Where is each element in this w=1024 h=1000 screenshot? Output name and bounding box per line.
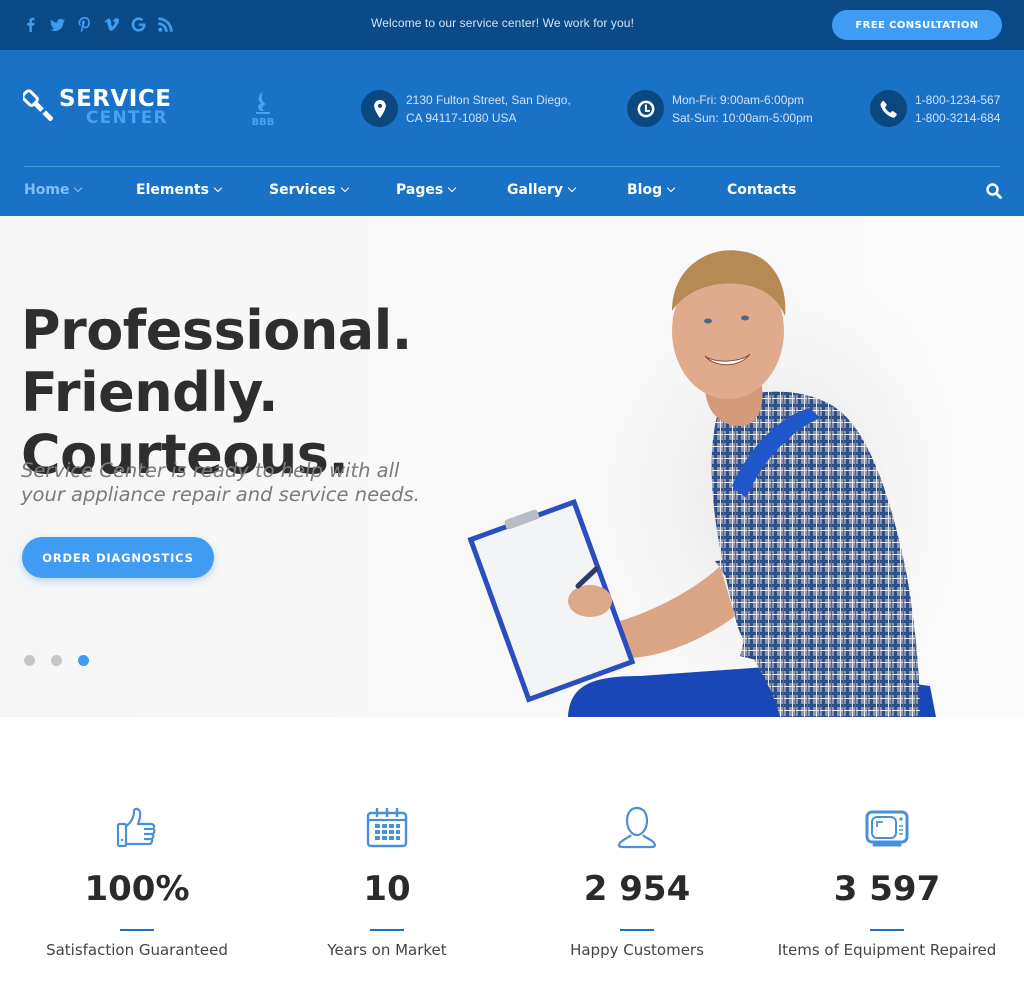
chevron-down-icon	[74, 183, 83, 193]
google-icon[interactable]	[130, 15, 147, 33]
vimeo-icon[interactable]	[103, 15, 120, 33]
order-diagnostics-button[interactable]: ORDER DIAGNOSTICS	[22, 537, 214, 578]
chevron-down-icon	[666, 183, 676, 193]
stat-value: 3 597	[833, 869, 941, 909]
stat-label: Satisfaction Guaranteed	[46, 941, 228, 959]
nav-item-label: Services	[269, 182, 336, 198]
top-bar: Welcome to our service center! We work f…	[0, 0, 1024, 50]
user-icon	[617, 806, 657, 849]
phone-number-1[interactable]: 1-800-1234-567	[915, 91, 1000, 109]
nav-item-services[interactable]: Services	[269, 182, 349, 198]
location-icon	[361, 90, 398, 127]
nav-item-label: Contacts	[727, 182, 797, 198]
pinterest-icon[interactable]	[76, 15, 93, 33]
clock-icon	[627, 90, 664, 127]
thumbs-up-icon	[116, 807, 156, 848]
nav-item-blog[interactable]: Blog	[627, 182, 676, 198]
stat-value: 2 954	[583, 869, 691, 909]
twitter-icon[interactable]	[49, 15, 66, 33]
free-consultation-button[interactable]: FREE CONSULTATION	[832, 10, 1002, 40]
tv-icon	[865, 810, 909, 847]
welcome-message: Welcome to our service center! We work f…	[371, 16, 635, 30]
nav-item-label: Gallery	[507, 182, 564, 198]
nav-item-label: Home	[24, 182, 70, 198]
stat-satisfaction: 100% Satisfaction Guaranteed	[12, 805, 262, 959]
phone-icon	[870, 90, 907, 127]
stat-divider	[620, 929, 654, 931]
stat-divider	[370, 929, 404, 931]
calendar-icon	[366, 808, 408, 848]
slider-pagination	[24, 655, 89, 666]
slide-dot-2[interactable]	[51, 655, 62, 666]
technician-photo	[467, 250, 950, 717]
slide-dot-3[interactable]	[78, 655, 89, 666]
nav-item-gallery[interactable]: Gallery	[507, 182, 577, 198]
nav-item-contacts[interactable]: Contacts	[727, 182, 796, 198]
screwdriver-icon	[23, 88, 53, 121]
slide-dot-1[interactable]	[24, 655, 35, 666]
chevron-down-icon	[567, 183, 577, 193]
social-links	[22, 15, 174, 33]
logo-text-center: CENTER	[86, 108, 168, 128]
address-line-1: 2130 Fulton Street, San Diego,	[406, 92, 571, 107]
chevron-down-icon	[340, 183, 349, 193]
stat-divider	[870, 929, 904, 931]
bbb-label: BBB	[252, 117, 275, 128]
stat-divider	[120, 929, 154, 931]
nav-item-elements[interactable]: Elements	[136, 182, 223, 198]
hours-info: Mon-Fri: 9:00am-6:00pm Sat-Sun: 10:00am-…	[627, 90, 813, 127]
stat-label: Items of Equipment Repaired	[777, 941, 997, 959]
logo[interactable]: SERVICE CENTER	[23, 88, 171, 127]
main-nav: Home Elements Services Pages Gallery Blo…	[0, 167, 1024, 216]
nav-item-home[interactable]: Home	[24, 182, 83, 198]
nav-item-label: Elements	[136, 182, 209, 198]
phone-info: 1-800-1234-567 1-800-3214-684	[870, 90, 1000, 127]
bbb-accreditation-icon: BBB	[252, 91, 275, 128]
nav-item-pages[interactable]: Pages	[396, 182, 457, 198]
hero-title-line-1: Professional. Friendly.	[21, 299, 412, 424]
phone-number-2[interactable]: 1-800-3214-684	[915, 109, 1000, 127]
search-icon[interactable]	[985, 182, 1003, 200]
site-header: SERVICE CENTER BBB 2130 Fulton Street, S…	[0, 50, 1024, 216]
hero-subtitle: Service Center is ready to help with all…	[21, 459, 420, 506]
stat-repairs: 3 597 Items of Equipment Repaired	[762, 805, 1012, 959]
stat-value: 10	[363, 869, 411, 909]
stat-label: Happy Customers	[570, 941, 704, 959]
rss-icon[interactable]	[157, 15, 174, 33]
hours-weekdays: Mon-Fri: 9:00am-6:00pm	[672, 92, 805, 107]
chevron-down-icon	[213, 183, 223, 193]
nav-item-label: Pages	[396, 182, 444, 198]
stat-years: 10 Years on Market	[262, 805, 512, 959]
stat-value: 100%	[84, 869, 190, 909]
stat-customers: 2 954 Happy Customers	[512, 805, 762, 959]
address-line-2: CA 94117-1080 USA	[406, 110, 517, 125]
nav-item-label: Blog	[627, 182, 663, 198]
hero-slider: Professional. Friendly. Courteous. Servi…	[0, 216, 1024, 717]
hours-weekend: Sat-Sun: 10:00am-5:00pm	[672, 110, 813, 125]
chevron-down-icon	[447, 183, 457, 193]
stats-section: 100% Satisfaction Guaranteed 10 Years on…	[0, 717, 1024, 1000]
facebook-icon[interactable]	[22, 15, 39, 33]
address-info: 2130 Fulton Street, San Diego, CA 94117-…	[361, 90, 571, 127]
stat-label: Years on Market	[327, 941, 447, 959]
